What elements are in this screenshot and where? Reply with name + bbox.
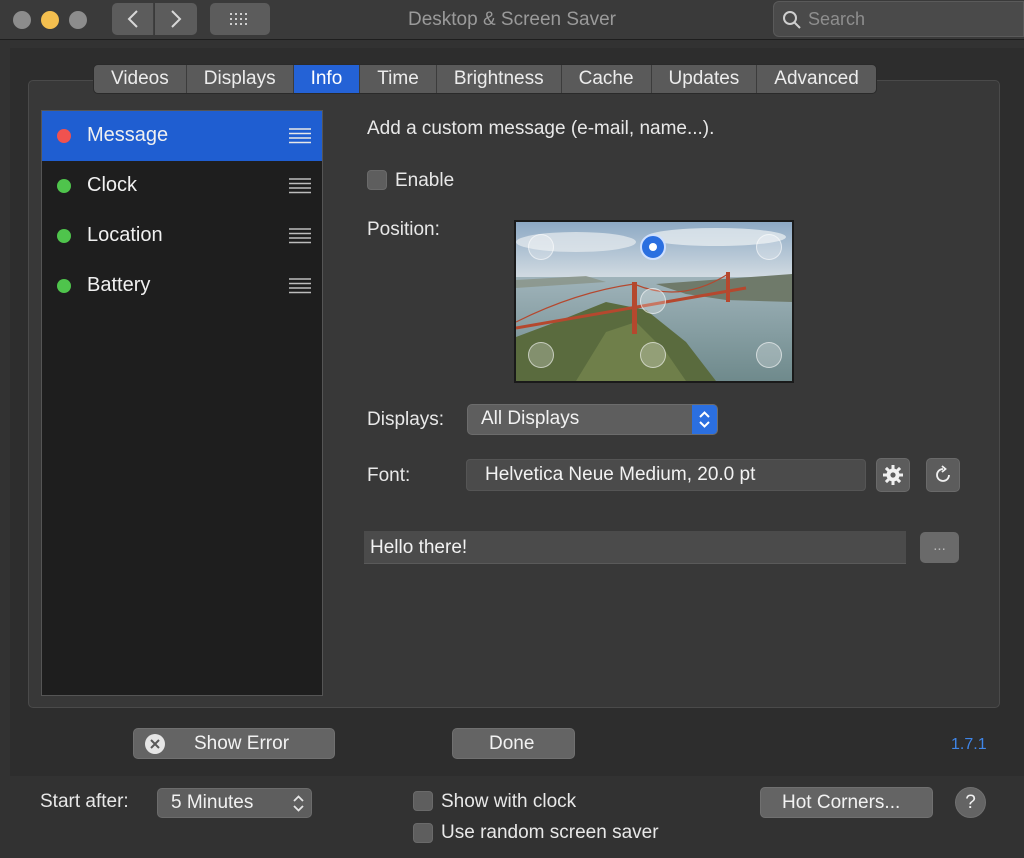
list-item-battery[interactable]: Battery [42, 261, 322, 311]
font-label: Font: [367, 465, 411, 486]
list-item-label: Location [87, 224, 163, 246]
font-settings-button[interactable] [876, 458, 910, 492]
drag-handle-icon[interactable] [289, 228, 311, 244]
enable-label[interactable]: Enable [395, 170, 454, 192]
tab-bar: Videos Displays Info Time Brightness Cac… [93, 64, 877, 94]
message-input[interactable] [370, 535, 890, 561]
info-list: Message Clock Location Battery [41, 110, 323, 696]
position-top-center[interactable] [640, 234, 666, 260]
enable-checkbox[interactable] [367, 170, 387, 190]
position-preview [514, 220, 794, 383]
displays-select-value: All Displays [481, 408, 580, 429]
more-options-label: ... [933, 537, 946, 554]
position-center[interactable] [640, 288, 666, 314]
list-item-label: Message [87, 124, 169, 146]
random-screen-saver-label[interactable]: Use random screen saver [441, 822, 659, 844]
select-arrows [692, 405, 717, 434]
displays-label: Displays: [367, 409, 445, 430]
position-top-right[interactable] [756, 234, 782, 260]
done-label: Done [489, 733, 535, 754]
list-item-clock[interactable]: Clock [42, 161, 322, 211]
up-down-chevron-icon [699, 411, 710, 428]
close-circle-icon [145, 734, 165, 754]
message-text-field[interactable] [364, 531, 906, 564]
tab-videos[interactable]: Videos [94, 65, 187, 93]
hot-corners-label: Hot Corners... [782, 792, 901, 813]
list-item-message[interactable]: Message [42, 111, 322, 161]
refresh-icon [936, 465, 950, 482]
show-error-label: Show Error [194, 733, 290, 754]
position-bottom-right[interactable] [756, 342, 782, 368]
search-field[interactable] [773, 1, 1024, 37]
show-error-button[interactable]: Show Error [133, 728, 335, 759]
position-label: Position: [367, 219, 440, 240]
font-field: Helvetica Neue Medium, 20.0 pt [466, 459, 866, 491]
status-dot-icon [57, 129, 71, 143]
hot-corners-button[interactable]: Hot Corners... [760, 787, 933, 818]
message-description: Add a custom message (e-mail, name...). [367, 118, 715, 139]
search-input[interactable] [808, 7, 1008, 31]
tab-cache[interactable]: Cache [562, 65, 652, 93]
start-after-value: 5 Minutes [171, 792, 254, 813]
done-button[interactable]: Done [452, 728, 575, 759]
list-item-label: Clock [87, 174, 138, 196]
title-bar: Desktop & Screen Saver [0, 0, 1024, 40]
tab-info[interactable]: Info [293, 65, 361, 93]
position-top-left[interactable] [528, 234, 554, 260]
more-options-button[interactable]: ... [920, 532, 959, 563]
position-bottom-left[interactable] [528, 342, 554, 368]
font-value: Helvetica Neue Medium, 20.0 pt [485, 464, 756, 485]
tab-displays[interactable]: Displays [187, 65, 294, 93]
list-item-location[interactable]: Location [42, 211, 322, 261]
drag-handle-icon[interactable] [289, 278, 311, 294]
drag-handle-icon[interactable] [289, 178, 311, 194]
list-item-label: Battery [87, 274, 151, 296]
status-dot-icon [57, 179, 71, 193]
drag-handle-icon[interactable] [289, 128, 311, 144]
tab-advanced[interactable]: Advanced [757, 65, 876, 93]
tab-time[interactable]: Time [360, 65, 437, 93]
random-screen-saver-checkbox[interactable] [413, 823, 433, 843]
start-after-label: Start after: [40, 791, 129, 812]
show-with-clock-checkbox[interactable] [413, 791, 433, 811]
show-with-clock-label[interactable]: Show with clock [441, 791, 576, 813]
search-icon [783, 11, 801, 29]
tab-updates[interactable]: Updates [652, 65, 758, 93]
displays-select[interactable]: All Displays [467, 404, 718, 435]
status-dot-icon [57, 279, 71, 293]
reset-font-button[interactable] [926, 458, 960, 492]
position-bottom-center[interactable] [640, 342, 666, 368]
tab-brightness[interactable]: Brightness [437, 65, 562, 93]
version-link[interactable]: 1.7.1 [951, 736, 987, 754]
help-button[interactable]: ? [955, 787, 986, 818]
start-after-select[interactable]: 5 Minutes [157, 788, 312, 818]
up-down-chevron-icon [293, 795, 304, 812]
status-dot-icon [57, 229, 71, 243]
gear-icon [883, 465, 903, 485]
